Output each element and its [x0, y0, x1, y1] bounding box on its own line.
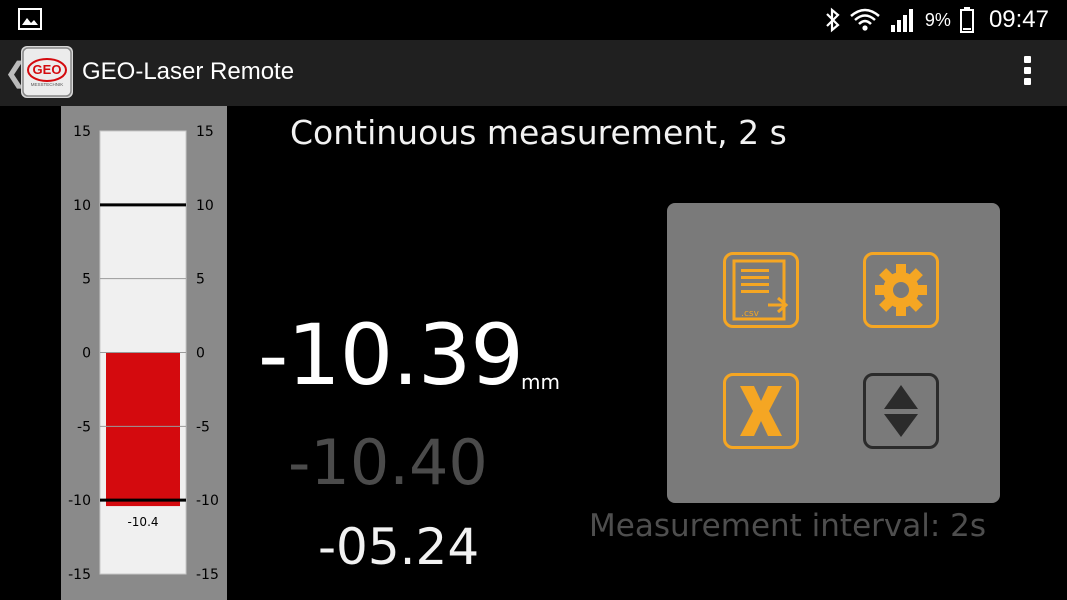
- csv-label: .csv: [741, 309, 759, 319]
- logo-text: GEO: [33, 62, 62, 77]
- wifi-icon: [850, 8, 880, 31]
- gauge-tick-left: -10: [68, 493, 91, 509]
- clock: 09:47: [988, 6, 1049, 33]
- gauge-tick-right: -5: [196, 419, 210, 435]
- gauge-tick-right: -15: [196, 567, 219, 583]
- battery-percent: 9%: [924, 9, 951, 30]
- close-x-icon: [740, 386, 782, 436]
- measurement-interval: Measurement interval: 2s: [589, 508, 987, 544]
- third-value: -05.24: [318, 518, 480, 576]
- action-bar: ❮ GEO MESSTECHNIK GEO-Laser Remote: [0, 40, 1067, 106]
- app-title: GEO-Laser Remote: [82, 58, 295, 85]
- gallery-icon: [18, 8, 42, 30]
- app-logo[interactable]: GEO MESSTECHNIK: [21, 46, 73, 98]
- level-gauge: 15 15 10 10 5 5 0 0 -5 -5 -10 -10 -15 -15 -10.4: [61, 106, 227, 600]
- gauge-tick-right: -10: [196, 493, 219, 509]
- gauge-fill: [106, 352, 180, 507]
- logo-subtext: MESSTECHNIK: [31, 82, 64, 87]
- gauge-value-label: -10.4: [127, 515, 158, 529]
- overflow-menu-icon[interactable]: [1017, 56, 1037, 92]
- up-down-button[interactable]: [863, 373, 939, 449]
- gauge-tick-right: 15: [196, 124, 214, 140]
- gauge-tick-right: 10: [196, 198, 214, 214]
- unit-label: mm: [521, 370, 560, 394]
- control-panel: .csv: [667, 203, 1000, 503]
- gauge-tick-left: 0: [82, 346, 91, 362]
- measurement-mode-title: Continuous measurement, 2 s: [290, 113, 787, 152]
- gauge-tick-right: 5: [196, 272, 205, 288]
- gear-icon: [875, 264, 927, 316]
- battery-icon: [959, 7, 974, 33]
- gauge-tick-left: -5: [77, 419, 91, 435]
- csv-export-icon: .csv: [732, 259, 789, 321]
- settings-button[interactable]: [863, 252, 939, 328]
- bluetooth-icon: [826, 7, 840, 33]
- status-bar: 9% 09:47: [0, 0, 1067, 40]
- csv-export-button[interactable]: .csv: [723, 252, 799, 328]
- gauge-tick-left: 10: [73, 198, 91, 214]
- up-down-arrows-icon: [884, 385, 918, 437]
- gauge-tick-left: 5: [82, 272, 91, 288]
- signal-icon: [890, 9, 913, 32]
- gauge-tick-right: 0: [196, 346, 205, 362]
- previous-value: -10.40: [288, 426, 488, 499]
- close-button[interactable]: [723, 373, 799, 449]
- gauge-tick-left: 15: [73, 124, 91, 140]
- current-value: -10.39: [258, 306, 524, 404]
- gauge-tick-left: -15: [68, 567, 91, 583]
